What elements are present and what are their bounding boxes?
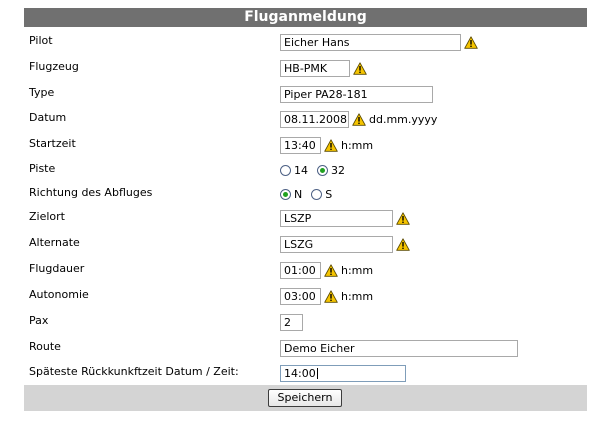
piste-option-14: 14	[294, 163, 308, 177]
row-datum: Datum 08.11.2008 dd.mm.yyyy	[24, 108, 587, 130]
flugdauer-input[interactable]: 01:00	[280, 261, 321, 279]
flugzeug-label: Flugzeug	[29, 60, 79, 73]
startzeit-label: Startzeit	[29, 137, 76, 150]
autonomie-input[interactable]: 03:00	[280, 287, 321, 305]
row-pilot: Pilot Eicher Hans	[24, 31, 587, 53]
piste-radio-32[interactable]	[317, 164, 328, 176]
row-alternate: Alternate LSZG	[24, 233, 587, 255]
startzeit-input[interactable]: 13:40	[280, 136, 321, 154]
richtung-label: Richtung des Abfluges	[29, 186, 153, 199]
flugdauer-label: Flugdauer	[29, 262, 85, 275]
row-zielort: Zielort LSZP	[24, 207, 587, 229]
richtung-option-s: S	[325, 187, 333, 201]
form-footer: Speichern	[24, 385, 587, 411]
row-type: Type Piper PA28-181	[24, 83, 587, 105]
piste-label: Piste	[29, 162, 56, 175]
datum-input[interactable]: 08.11.2008	[280, 110, 349, 128]
datum-label: Datum	[29, 111, 67, 124]
rueckkunft-label: Späteste Rückkunkftzeit Datum / Zeit:	[29, 365, 239, 378]
row-pax: Pax 2	[24, 311, 587, 333]
zielort-input[interactable]: LSZP	[280, 209, 393, 227]
row-autonomie: Autonomie 03:00 h:mm	[24, 285, 587, 307]
type-input[interactable]: Piper PA28-181	[280, 85, 433, 103]
row-rueckkunft: Späteste Rückkunkftzeit Datum / Zeit: 14…	[24, 362, 587, 384]
pilot-input[interactable]: Eicher Hans	[280, 33, 461, 51]
warning-icon	[353, 62, 367, 75]
text-caret	[316, 368, 318, 379]
row-richtung: Richtung des Abfluges N S	[24, 183, 587, 205]
autonomie-label: Autonomie	[29, 288, 89, 301]
flugdauer-format-hint: h:mm	[341, 263, 374, 277]
warning-icon	[464, 36, 478, 49]
warning-icon	[324, 264, 338, 277]
rueckkunft-input[interactable]: 14:00	[280, 364, 406, 382]
piste-radio-14[interactable]	[280, 164, 291, 176]
zielort-label: Zielort	[29, 210, 65, 223]
save-button[interactable]: Speichern	[268, 389, 342, 407]
warning-icon	[324, 139, 338, 152]
type-label: Type	[29, 86, 55, 99]
flugzeug-input[interactable]: HB-PMK	[280, 59, 350, 77]
warning-icon	[352, 113, 366, 126]
alternate-label: Alternate	[29, 236, 80, 249]
richtung-radio-s[interactable]	[311, 188, 323, 200]
row-piste: Piste 14 32	[24, 159, 587, 181]
warning-icon	[396, 212, 410, 225]
form-title: Fluganmeldung	[24, 8, 587, 27]
row-startzeit: Startzeit 13:40 h:mm	[24, 134, 587, 156]
row-route: Route Demo Eicher	[24, 337, 587, 359]
datum-format-hint: dd.mm.yyyy	[369, 112, 438, 126]
richtung-radio-n[interactable]	[280, 188, 291, 200]
rueckkunft-value: 14:00	[284, 366, 316, 380]
pilot-label: Pilot	[29, 34, 53, 47]
autonomie-format-hint: h:mm	[341, 289, 374, 303]
startzeit-format-hint: h:mm	[341, 138, 374, 152]
richtung-option-n: N	[294, 187, 303, 201]
route-input[interactable]: Demo Eicher	[280, 339, 518, 357]
row-flugdauer: Flugdauer 01:00 h:mm	[24, 259, 587, 281]
route-label: Route	[29, 340, 61, 353]
warning-icon	[396, 238, 410, 251]
piste-option-32: 32	[331, 163, 345, 177]
warning-icon	[324, 290, 338, 303]
alternate-input[interactable]: LSZG	[280, 235, 393, 253]
row-flugzeug: Flugzeug HB-PMK	[24, 57, 587, 79]
pax-input[interactable]: 2	[280, 313, 303, 331]
pax-label: Pax	[29, 314, 49, 327]
